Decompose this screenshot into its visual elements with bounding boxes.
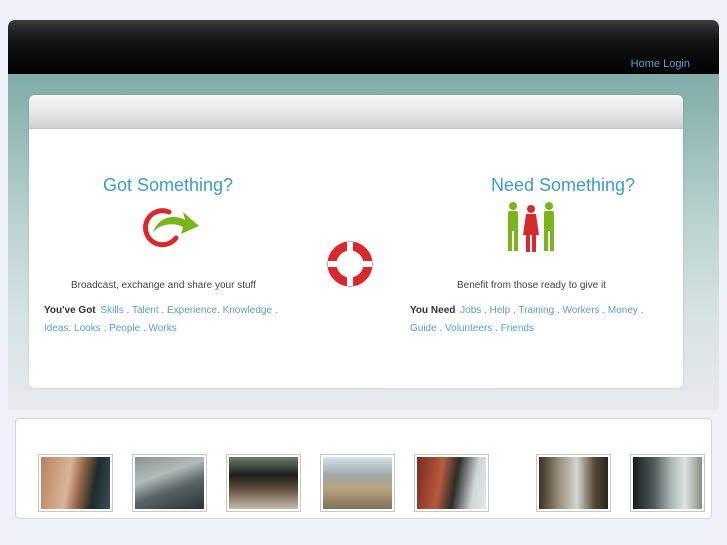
youve-got-label: You've Got [44, 305, 96, 316]
link-friends[interactable]: Friends [501, 323, 534, 334]
youve-got-links-row2: Ideas. Looks . People . Works [44, 323, 177, 334]
main-frame: Home Login Got Something? Broadcast, exc… [8, 20, 719, 410]
thumbnail-2[interactable] [132, 454, 207, 512]
link-talent[interactable]: Talent [132, 305, 159, 316]
login-link[interactable]: Login [663, 58, 690, 70]
link-people[interactable]: People [109, 323, 140, 334]
link-help[interactable]: Help [490, 305, 511, 316]
gallery-image [539, 457, 608, 509]
thumbnail-1[interactable] [38, 454, 113, 512]
gallery-image [417, 457, 486, 509]
need-something-heading: Need Something? [490, 175, 636, 195]
panel-header [29, 95, 683, 129]
home-link[interactable]: Home [631, 58, 660, 70]
link-skills[interactable]: Skills [100, 305, 123, 316]
gallery-image [41, 457, 110, 509]
gallery-image [323, 457, 392, 509]
thumbnail-7[interactable] [630, 454, 705, 512]
gallery-image [229, 457, 298, 509]
lifebuoy-icon [327, 241, 373, 287]
thumbnail-5[interactable] [414, 454, 489, 512]
got-something-tagline: Broadcast, exchange and share your stuff [71, 280, 256, 291]
top-bar: Home Login [8, 20, 719, 74]
link-works[interactable]: Works [149, 323, 177, 334]
youve-got-links-row1: You've Got Skills . Talent . Experience.… [44, 305, 278, 316]
thumbnail-gallery [15, 418, 712, 519]
link-ideas[interactable]: Ideas [44, 323, 68, 334]
thumbnail-3[interactable] [226, 454, 301, 512]
circular-arrow-icon [142, 208, 199, 248]
gallery-image [633, 457, 702, 509]
link-experience[interactable]: Experience [167, 305, 217, 316]
got-something-heading: Got Something? [102, 175, 234, 195]
you-need-links-row1: You Need Jobs . Help . Training . Worker… [410, 305, 644, 316]
link-guide[interactable]: Guide [410, 323, 437, 334]
link-money[interactable]: Money [608, 305, 638, 316]
need-something-tagline: Benefit from those ready to give it [457, 280, 606, 291]
you-need-links-row2: Guide . Volunteers . Friends [410, 323, 534, 334]
gallery-image [135, 457, 204, 509]
link-workers[interactable]: Workers [563, 305, 600, 316]
link-jobs[interactable]: Jobs [460, 305, 481, 316]
link-training[interactable]: Training [518, 305, 554, 316]
top-nav: Home Login [631, 58, 690, 70]
content-panel: Got Something? Broadcast, exchange and s… [29, 95, 683, 388]
thumbnail-4[interactable] [320, 454, 395, 512]
people-icon [508, 202, 554, 252]
you-need-label: You Need [410, 305, 456, 316]
link-knowledge[interactable]: Knowledge [223, 305, 272, 316]
link-looks[interactable]: Looks [74, 323, 101, 334]
link-volunteers[interactable]: Volunteers [445, 323, 492, 334]
thumbnail-6[interactable] [536, 454, 611, 512]
